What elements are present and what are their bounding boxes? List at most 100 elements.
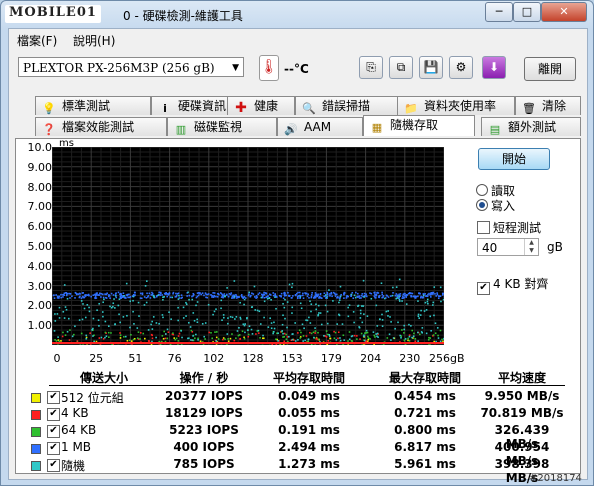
data-point	[392, 286, 394, 289]
data-point	[82, 292, 84, 294]
tab-aam[interactable]: 🔊 AAM	[277, 117, 363, 136]
data-point	[421, 327, 424, 329]
cell-max: 6.817 ms	[394, 440, 456, 454]
data-point	[138, 315, 140, 317]
x-tick-label: 204	[360, 352, 382, 365]
data-point	[104, 293, 106, 295]
data-point	[347, 306, 349, 309]
data-point	[119, 293, 122, 296]
data-point	[105, 296, 107, 299]
data-point	[141, 292, 144, 295]
data-point	[314, 327, 316, 329]
app-logo: MOBILE01	[5, 5, 101, 23]
data-point	[180, 294, 183, 296]
series-checkbox[interactable]: ✔	[47, 425, 60, 438]
tab-folder-usage[interactable]: 📁 資料夾使用率	[397, 96, 515, 115]
data-point	[109, 297, 111, 299]
data-point	[284, 298, 286, 301]
menu-help[interactable]: 說明(H)	[73, 32, 115, 49]
data-point	[153, 296, 155, 299]
data-point	[425, 332, 428, 335]
data-point	[398, 297, 400, 300]
trash-icon: 🗑	[522, 102, 536, 115]
data-point	[363, 296, 365, 298]
minimize-button[interactable]: ─	[485, 2, 513, 22]
data-point	[301, 323, 304, 326]
data-point	[442, 340, 444, 343]
align-4kb-checkbox[interactable]: ✔ 4 KB 對齊	[477, 275, 548, 295]
data-point	[53, 294, 55, 296]
data-point	[97, 294, 99, 296]
data-point	[319, 312, 322, 314]
save-button[interactable]: 💾	[419, 56, 443, 79]
tab-extra-tests[interactable]: ▤ 額外測試	[481, 117, 581, 136]
series-checkbox[interactable]: ✔	[47, 391, 60, 404]
data-point	[359, 312, 362, 315]
short-test-checkbox[interactable]: 短程測試	[477, 219, 541, 236]
tab-error-scan[interactable]: 🔍 錯誤掃描	[295, 96, 403, 115]
data-point	[124, 335, 127, 338]
data-point	[92, 327, 94, 330]
data-point	[397, 321, 399, 324]
options-button[interactable]: ⚙	[449, 56, 473, 79]
series-checkbox[interactable]: ✔	[47, 459, 60, 472]
series-checkbox[interactable]: ✔	[47, 408, 60, 421]
data-point	[132, 299, 134, 302]
data-point	[433, 314, 435, 317]
data-point	[390, 321, 392, 323]
data-point	[63, 292, 66, 295]
tab-health[interactable]: ✚ 健康	[227, 96, 295, 115]
exit-button[interactable]: 離開	[524, 57, 576, 81]
data-point	[241, 330, 244, 333]
data-point	[318, 312, 320, 314]
data-point	[139, 338, 141, 340]
data-point	[319, 296, 322, 299]
data-point	[151, 320, 153, 323]
data-point	[386, 337, 389, 339]
data-point	[247, 335, 250, 338]
menu-bar: 檔案(F) 說明(H)	[9, 29, 587, 49]
tab-label: 標準測試	[62, 99, 111, 113]
data-point	[127, 296, 129, 299]
data-point	[405, 296, 408, 298]
data-point	[307, 338, 310, 340]
tab-file-benchmark[interactable]: ❓ 檔案效能測試	[35, 117, 167, 136]
data-point	[370, 297, 373, 300]
menu-file[interactable]: 檔案(F)	[17, 32, 57, 49]
series-checkbox[interactable]: ✔	[47, 442, 60, 455]
data-point	[162, 316, 164, 319]
start-button[interactable]: 開始	[478, 148, 550, 170]
data-point	[334, 295, 337, 297]
data-point	[56, 313, 59, 315]
data-point	[395, 297, 398, 300]
download-button[interactable]: ⬇	[482, 56, 506, 79]
data-point	[119, 321, 121, 324]
spinner-arrows-icon[interactable]: ▲ ▼	[524, 239, 538, 255]
data-point	[340, 293, 342, 296]
data-point	[58, 317, 61, 319]
maximize-button[interactable]: □	[513, 2, 541, 22]
tab-disk-monitor[interactable]: ▥ 磁碟監視	[167, 117, 277, 136]
tab-erase[interactable]: 🗑 清除	[515, 96, 581, 115]
drive-select[interactable]: PLEXTOR PX-256M3P (256 gB) ▼	[18, 57, 244, 77]
x-tick-label: 51	[128, 352, 143, 365]
cell-avg: 0.049 ms	[278, 389, 340, 403]
data-point	[220, 299, 223, 302]
data-point	[390, 339, 392, 341]
data-point	[286, 336, 289, 338]
test-size-spinner[interactable]: 40 ▲ ▼	[477, 238, 539, 256]
data-point	[263, 300, 266, 303]
data-point	[78, 319, 81, 321]
tab-random-access[interactable]: ▦ 隨機存取	[363, 115, 475, 136]
tab-benchmark[interactable]: 💡 標準測試	[35, 96, 151, 115]
close-button[interactable]: ✕	[541, 2, 587, 22]
copy-image-button[interactable]: ⧉	[389, 56, 413, 79]
data-point	[193, 319, 196, 322]
copy-text-button[interactable]: ⎘	[359, 56, 383, 79]
data-point	[96, 292, 98, 294]
radio-write[interactable]: 寫入	[476, 197, 515, 214]
data-point	[224, 338, 226, 341]
data-point	[161, 294, 163, 296]
data-point	[143, 304, 146, 306]
data-point	[221, 319, 223, 321]
